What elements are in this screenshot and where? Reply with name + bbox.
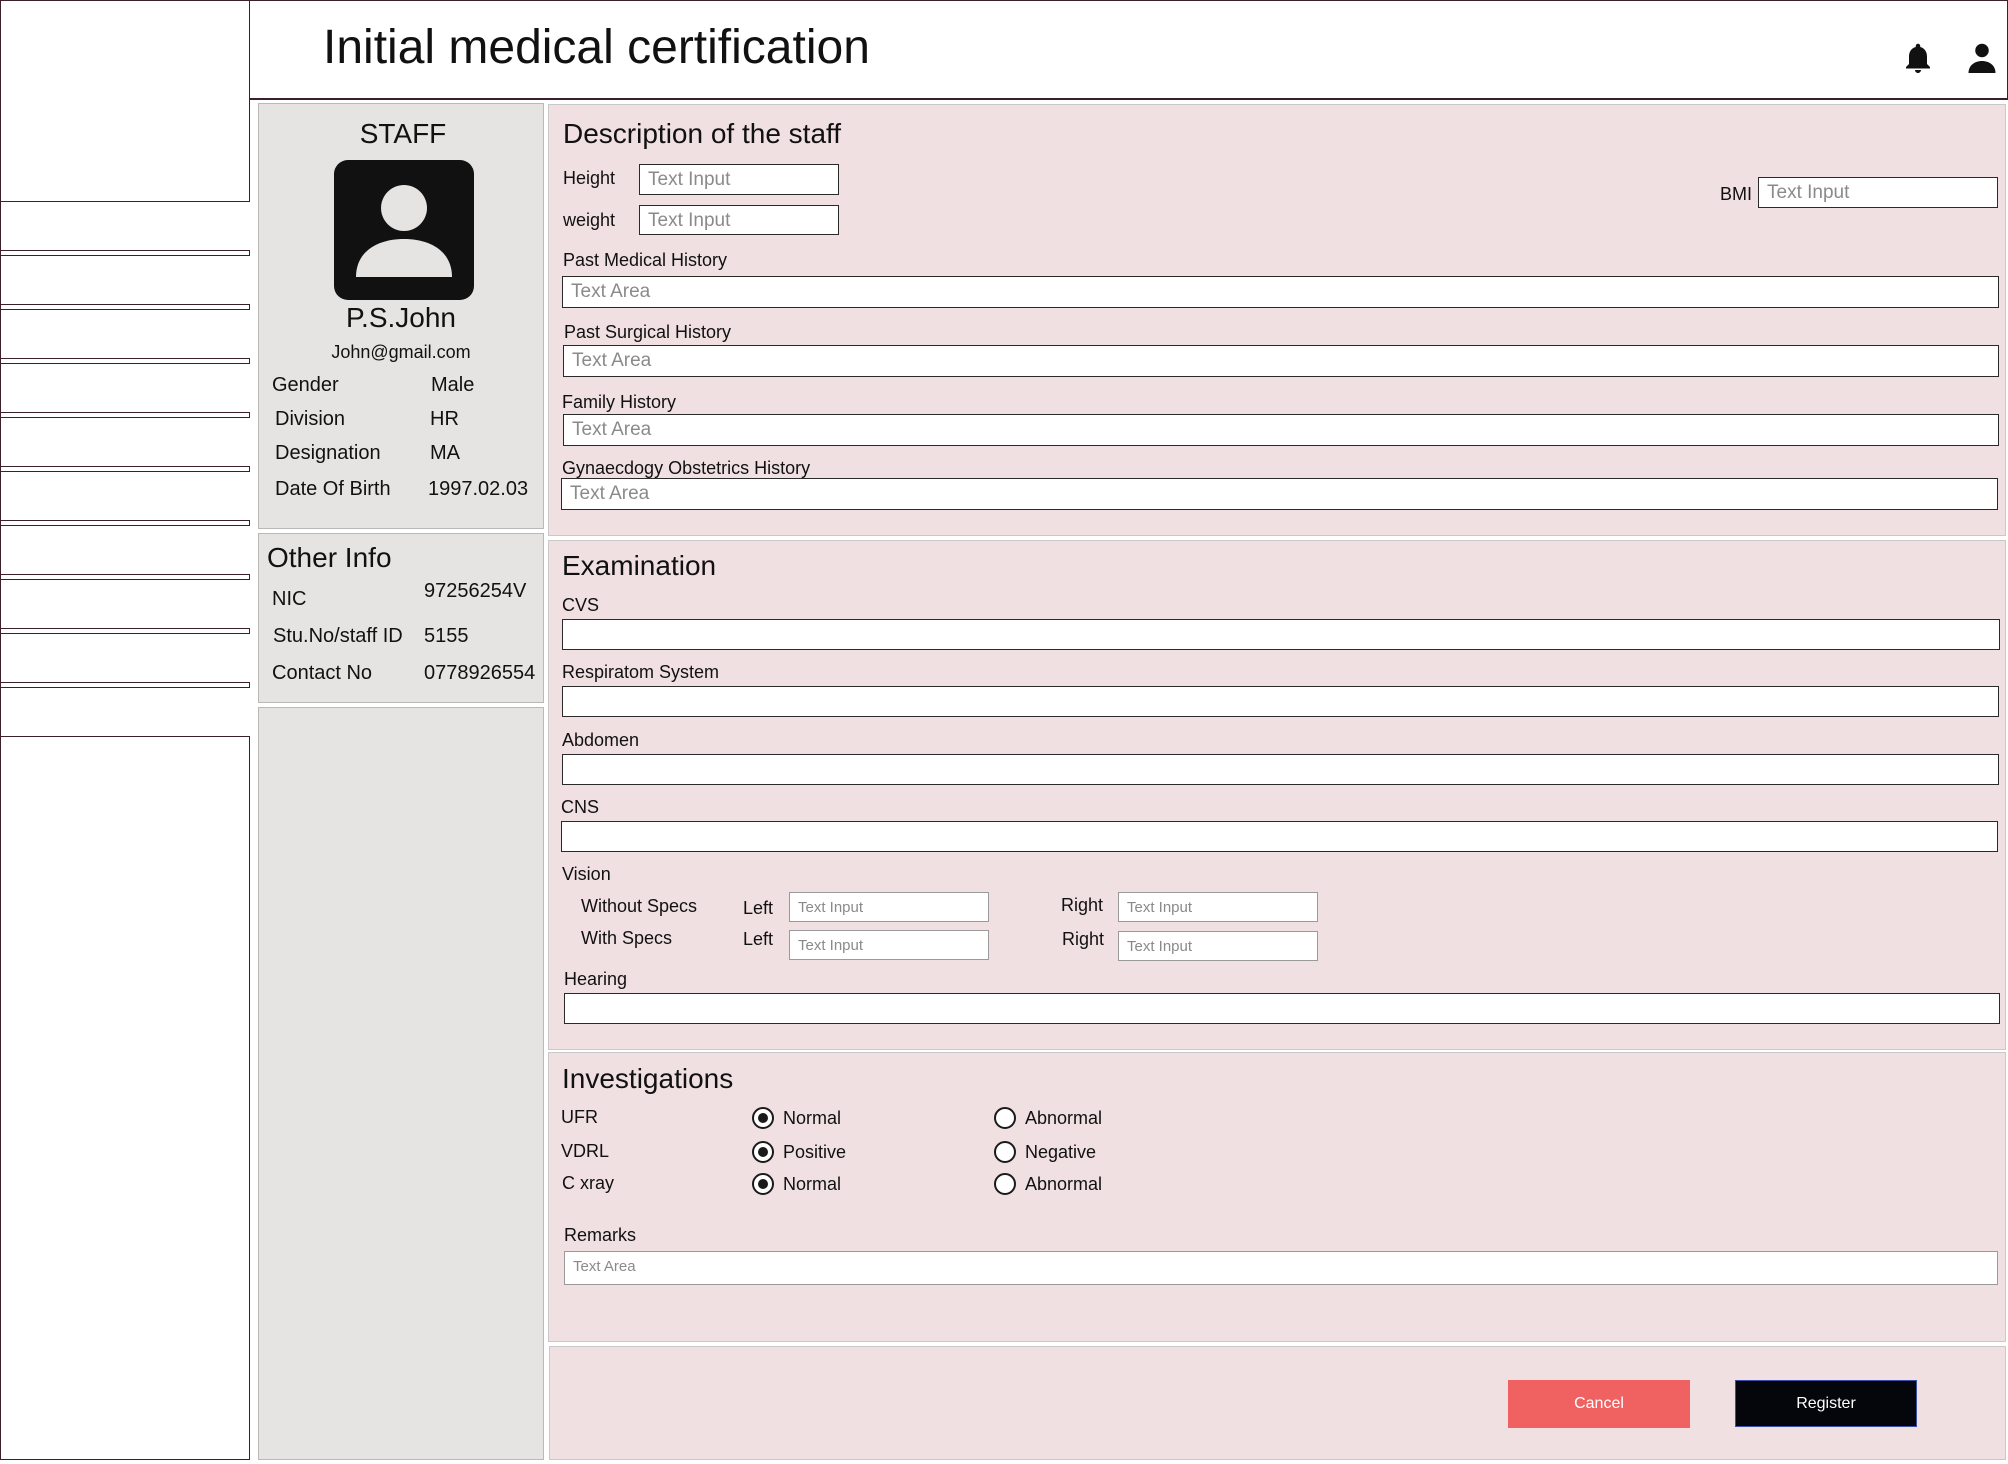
page-title: Initial medical certification: [323, 21, 870, 74]
bmi-input[interactable]: Text Input: [1758, 177, 1998, 208]
vdrl-negative-radio[interactable]: [994, 1141, 1016, 1163]
without-specs-left-input[interactable]: Text Input: [789, 892, 989, 922]
ufr-label: UFR: [561, 1107, 598, 1127]
sidebar: [0, 0, 250, 1460]
cvs-label: CVS: [562, 595, 600, 615]
side-filler-panel: [258, 707, 544, 1460]
remarks-label: Remarks: [564, 1225, 637, 1245]
without-specs-left-label: Left: [743, 898, 774, 918]
cxray-abnormal-radio[interactable]: [994, 1173, 1016, 1195]
past-medical-textarea[interactable]: Text Area: [562, 276, 1999, 308]
vdrl-positive-label: Positive: [783, 1142, 847, 1162]
investigations-panel: [548, 1052, 2006, 1342]
cns-label: CNS: [561, 797, 600, 817]
avatar: [334, 160, 474, 300]
vdrl-positive-radio[interactable]: [752, 1141, 774, 1163]
past-medical-label: Past Medical History: [563, 250, 728, 270]
past-surgical-label: Past Surgical History: [564, 322, 732, 342]
register-button[interactable]: Register: [1735, 1380, 1917, 1427]
user-icon[interactable]: [1964, 40, 2000, 76]
contact-value: 0778926554: [424, 662, 536, 684]
ufr-abnormal-label: Abnormal: [1025, 1108, 1103, 1128]
nic-label: NIC: [272, 588, 307, 610]
contact-label: Contact No: [272, 662, 373, 684]
weight-label: weight: [563, 210, 616, 230]
gyn-history-textarea[interactable]: Text Area: [561, 478, 1998, 510]
nic-value: 97256254V: [424, 580, 527, 602]
cxray-normal-radio[interactable]: [752, 1173, 774, 1195]
staff-id-label: Stu.No/staff ID: [273, 625, 403, 647]
family-history-textarea[interactable]: Text Area: [563, 414, 1999, 446]
gender-value: Male: [431, 374, 475, 396]
staff-id-value: 5155: [424, 625, 469, 647]
ufr-normal-radio[interactable]: [752, 1107, 774, 1129]
sidebar-item-2[interactable]: [1, 255, 250, 305]
examination-heading: Examination: [562, 550, 717, 581]
dob-label: Date Of Birth: [275, 478, 391, 500]
cxray-normal-label: Normal: [783, 1174, 842, 1194]
height-input[interactable]: Text Input: [639, 164, 839, 195]
sidebar-item-5[interactable]: [1, 417, 250, 467]
staff-heading: STAFF: [359, 118, 447, 149]
sidebar-item-6[interactable]: [1, 471, 250, 521]
investigations-heading: Investigations: [562, 1063, 734, 1094]
hearing-input[interactable]: [564, 993, 2000, 1024]
ufr-normal-label: Normal: [783, 1108, 842, 1128]
with-specs-right-label: Right: [1062, 929, 1105, 949]
sidebar-item-4[interactable]: [1, 363, 250, 413]
division-label: Division: [275, 408, 346, 430]
sidebar-item-9[interactable]: [1, 633, 250, 683]
gyn-history-label: Gynaecdogy Obstetrics History: [562, 458, 811, 478]
bell-icon[interactable]: [1900, 40, 1936, 76]
division-value: HR: [430, 408, 459, 430]
abdomen-input[interactable]: [562, 754, 1999, 785]
abdomen-label: Abdomen: [562, 730, 640, 750]
dob-value: 1997.02.03: [428, 478, 529, 500]
respiratory-input[interactable]: [562, 686, 1999, 717]
ufr-abnormal-radio[interactable]: [994, 1107, 1016, 1129]
with-specs-right-input[interactable]: Text Input: [1118, 931, 1318, 961]
past-surgical-textarea[interactable]: Text Area: [563, 345, 1999, 377]
cxray-label: C xray: [562, 1173, 615, 1193]
gender-label: Gender: [272, 374, 339, 396]
cxray-abnormal-label: Abnormal: [1025, 1174, 1103, 1194]
height-label: Height: [563, 168, 616, 188]
vdrl-label: VDRL: [561, 1141, 610, 1161]
sidebar-item-7[interactable]: [1, 525, 250, 575]
sidebar-item-1[interactable]: [1, 201, 250, 251]
with-specs-left-input[interactable]: Text Input: [789, 930, 989, 960]
vision-label: Vision: [562, 864, 611, 884]
examination-panel: [548, 540, 2006, 1050]
designation-label: Designation: [275, 442, 381, 464]
respiratory-label: Respiratom System: [562, 662, 720, 682]
staff-email: John@gmail.com: [331, 342, 471, 362]
cancel-button[interactable]: Cancel: [1508, 1380, 1690, 1428]
sidebar-item-8[interactable]: [1, 579, 250, 629]
designation-value: MA: [430, 442, 460, 464]
sidebar-item-10[interactable]: [1, 687, 250, 737]
without-specs-right-input[interactable]: Text Input: [1118, 892, 1318, 922]
staff-name: P.S.John: [345, 302, 457, 333]
bmi-label: BMI: [1720, 184, 1753, 204]
without-specs-label: Without Specs: [581, 896, 698, 916]
remarks-textarea[interactable]: Text Area: [564, 1251, 1998, 1285]
vdrl-negative-label: Negative: [1025, 1142, 1097, 1162]
family-history-label: Family History: [562, 392, 677, 412]
weight-input[interactable]: Text Input: [639, 205, 839, 235]
sidebar-item-3[interactable]: [1, 309, 250, 359]
person-icon: [356, 185, 452, 277]
with-specs-label: With Specs: [581, 928, 673, 948]
cns-input[interactable]: [561, 821, 1998, 852]
with-specs-left-label: Left: [743, 929, 774, 949]
cvs-input[interactable]: [562, 619, 2000, 650]
description-heading: Description of the staff: [563, 118, 842, 149]
hearing-label: Hearing: [564, 969, 628, 989]
without-specs-right-label: Right: [1061, 895, 1104, 915]
other-info-heading: Other Info: [267, 542, 392, 573]
